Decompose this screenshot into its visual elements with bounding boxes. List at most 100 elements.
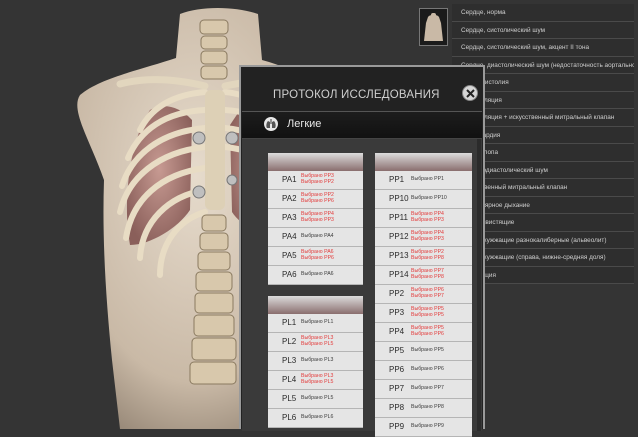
point-row[interactable]: PP4 Выбрано PP5 Выбрано PP6 [375, 323, 472, 342]
point-label: PP3 [389, 308, 405, 317]
point-row[interactable]: PP5 Выбрано PP5 [375, 342, 472, 361]
point-row[interactable]: PL4 Выбрано PL3 Выбрано PL5 [268, 371, 363, 390]
point-values: Выбрано PP6 Выбрано PP7 [411, 287, 444, 300]
point-label: PA1 [282, 175, 297, 184]
point-row[interactable]: PL5 Выбрано PL5 [268, 390, 363, 409]
point-values: Выбрано PP6 [411, 366, 444, 372]
column-header [268, 153, 363, 171]
point-values: Выбрано PL1 [301, 319, 333, 325]
point-label: PP10 [389, 194, 409, 203]
point-row[interactable]: PP1 Выбрано PP1 [375, 171, 472, 190]
point-row[interactable]: PA3 Выбрано PP4 Выбрано PP3 [268, 209, 363, 228]
point-values: Выбрано PP4 Выбрано PP3 [411, 211, 444, 224]
point-row[interactable]: PP14 Выбрано PP7 Выбрано PP8 [375, 266, 472, 285]
point-row[interactable]: PP8 Выбрано PP8 [375, 399, 472, 418]
point-values: Выбрано PP7 Выбрано PP8 [411, 268, 444, 281]
point-values: Выбрано PA6 Выбрано PP6 [301, 249, 334, 262]
point-label: PL5 [282, 394, 297, 403]
point-label: PA2 [282, 194, 297, 203]
selected-value: Выбрано PL1 [301, 319, 334, 325]
point-row[interactable]: PP6 Выбрано PP6 [375, 361, 472, 380]
anterior-points-column: PA1 Выбрано PP3 Выбрано PP2 PA2 Выбрано PP2 В… [268, 153, 363, 285]
selected-value: Выбрано PP9 [411, 423, 444, 429]
point-row[interactable]: PA6 Выбрано PA6 [268, 266, 363, 285]
point-values: Выбрано PL3 Выбрано PL5 [301, 373, 333, 386]
point-values: Выбрано PL5 [301, 395, 333, 401]
point-label: PL3 [282, 356, 297, 365]
mismatch-value: Выбрано PP3 [411, 217, 444, 224]
point-row[interactable]: PP9 Выбрано PP9 [375, 418, 472, 437]
point-label: PA5 [282, 251, 297, 260]
point-label: PA4 [282, 232, 297, 241]
point-row[interactable]: PP10 Выбрано PP10 [375, 190, 472, 209]
selected-value: Выбрано PP7 [411, 385, 444, 391]
selected-value: Выбрано PP8 [411, 404, 444, 410]
mismatch-value: Выбрано PP6 [411, 331, 444, 338]
point-row[interactable]: PP13 Выбрано PP2 Выбрано PP8 [375, 247, 472, 266]
point-values: Выбрано PL3 Выбрано PL5 [301, 335, 333, 348]
mismatch-value: Выбрано PP3 [301, 217, 334, 224]
point-values: Выбрано PP7 [411, 385, 444, 391]
mismatch-value: Выбрано PP6 [301, 198, 334, 205]
lung-icon [264, 117, 278, 131]
point-label: PA6 [282, 270, 297, 279]
point-label: PA3 [282, 213, 297, 222]
torso-thumbnail-icon [424, 13, 443, 41]
point-row[interactable]: PP11 Выбрано PP4 Выбрано PP3 [375, 209, 472, 228]
point-values: Выбрано PP2 Выбрано PP6 [301, 192, 334, 205]
protocol-scrollbar[interactable] [477, 139, 481, 431]
point-row[interactable]: PL2 Выбрано PL3 Выбрано PL5 [268, 333, 363, 352]
sound-list-item[interactable]: Сердце, систолический шум, акцент II тон… [452, 39, 634, 57]
point-row[interactable]: PL3 Выбрано PL3 [268, 352, 363, 371]
mismatch-value: Выбрано PP2 [301, 179, 334, 186]
selected-value: Выбрано PP6 [411, 366, 444, 372]
column-header [375, 153, 472, 171]
point-row[interactable]: PP12 Выбрано PP4 Выбрано PP3 [375, 228, 472, 247]
selected-value: Выбрано PL3 [301, 357, 334, 363]
model-thumbnail[interactable] [419, 8, 448, 46]
section-title: Легкие [287, 118, 322, 130]
sternum [205, 90, 225, 210]
point-label: PP13 [389, 251, 409, 260]
point-row[interactable]: PA4 Выбрано PA4 [268, 228, 363, 247]
point-values: Выбрано PP4 Выбрано PP3 [301, 211, 334, 224]
selected-value: Выбрано PP1 [411, 176, 444, 182]
point-label: PL6 [282, 413, 297, 422]
selected-value: Выбрано PP5 [411, 347, 444, 353]
point-label: PP11 [389, 213, 408, 222]
point-label: PP6 [389, 365, 405, 374]
mismatch-value: Выбрано PP8 [411, 255, 444, 262]
point-row[interactable]: PA1 Выбрано PP3 Выбрано PP2 [268, 171, 363, 190]
mismatch-value: Выбрано PL5 [301, 379, 334, 386]
point-label: PP2 [389, 289, 405, 298]
lateral-points-column: PL1 Выбрано PL1 PL2 Выбрано PL3 Выбрано PL5 P… [268, 296, 363, 428]
selected-value: Выбрано PP10 [411, 195, 447, 201]
selected-value: Выбрано PA6 [301, 271, 334, 277]
point-label: PL2 [282, 337, 297, 346]
point-label: PL1 [282, 318, 297, 327]
point-label: PP5 [389, 346, 405, 355]
point-label: PP4 [389, 327, 405, 336]
close-button[interactable] [462, 85, 478, 101]
point-values: Выбрано PL6 [301, 414, 333, 420]
point-values: Выбрано PP10 [411, 195, 447, 201]
point-row[interactable]: PA5 Выбрано PA6 Выбрано PP6 [268, 247, 363, 266]
section-header[interactable]: Легкие [242, 111, 482, 139]
point-row[interactable]: PL1 Выбрано PL1 [268, 314, 363, 333]
mismatch-value: Выбрано PP7 [411, 293, 444, 300]
point-row[interactable]: PA2 Выбрано PP2 Выбрано PP6 [268, 190, 363, 209]
point-row[interactable]: PP3 Выбрано PP5 Выбрано PP5 [375, 304, 472, 323]
point-label: PP12 [389, 232, 409, 241]
sound-list-item[interactable]: Сердце, систолический шум [452, 21, 634, 39]
point-values: Выбрано PP5 Выбрано PP6 [411, 325, 444, 338]
point-values: Выбрано PP4 Выбрано PP3 [411, 230, 444, 243]
mismatch-value: Выбрано PP6 [301, 255, 334, 262]
sound-list-item[interactable]: Сердце, норма [452, 4, 634, 22]
point-label: PP7 [389, 384, 405, 393]
point-label: PP8 [389, 403, 405, 412]
point-values: Выбрано PP2 Выбрано PP8 [411, 249, 444, 262]
selected-value: Выбрано PA4 [301, 233, 334, 239]
point-row[interactable]: PL6 Выбрано PL6 [268, 409, 363, 428]
point-row[interactable]: PP7 Выбрано PP7 [375, 380, 472, 399]
point-row[interactable]: PP2 Выбрано PP6 Выбрано PP7 [375, 285, 472, 304]
